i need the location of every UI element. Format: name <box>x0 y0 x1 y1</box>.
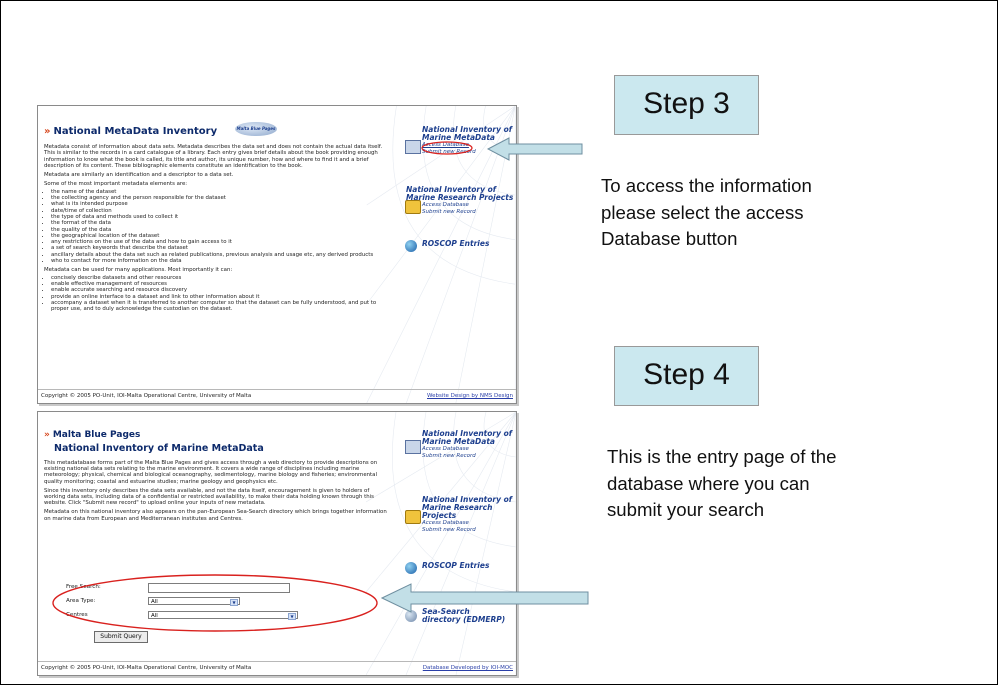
access-database-link[interactable]: Access Database <box>422 520 514 527</box>
marine-metadata-entry-screenshot: » Malta Blue Pages National Inventory of … <box>37 411 517 676</box>
description-line: submit your search <box>607 499 765 520</box>
description-line: To access the information <box>601 175 812 196</box>
description-line: please select the access <box>601 201 804 223</box>
paragraph: Metadata are similarly an identification… <box>44 172 234 179</box>
bullet-icon: » <box>44 430 50 440</box>
paragraph: Metadata consist of information about da… <box>44 144 383 169</box>
paragraph: Metadata on this national inventory also… <box>44 509 387 522</box>
sidebar-roscop: ROSCOP Entries <box>405 240 514 252</box>
left-arrow-icon <box>487 137 583 161</box>
developer-credit-link[interactable]: Database Developed by IOI-MOC <box>423 662 513 675</box>
step-3-description: To access the information please select … <box>601 173 961 253</box>
metadata-description: Metadata consist of information about da… <box>44 144 390 312</box>
roscop-entries-link[interactable]: ROSCOP Entries <box>406 562 514 570</box>
malta-blue-pages-logo: Malta Blue Pages <box>235 122 277 136</box>
folder-icon <box>405 510 421 524</box>
sidebar-research-projects: National Inventory of Marine Research Pr… <box>405 185 514 216</box>
intro-text: This metadatabase forms part of the Malt… <box>44 460 390 525</box>
paragraph: Metadata can be used for many applicatio… <box>44 267 233 274</box>
globe-icon <box>405 562 417 574</box>
footer: Copyright © 2005 PO-Unit, IOI-Malta Oper… <box>38 389 516 403</box>
step-4-description: This is the entry page of the database w… <box>607 444 977 524</box>
paragraph: Since this inventory only describes the … <box>44 487 374 507</box>
metadata-inventory-screenshot: » National MetaData Inventory Malta Blue … <box>37 105 517 404</box>
sidebar-title: National Inventory of Marine MetaData <box>422 429 513 446</box>
submit-new-record-link[interactable]: Submit new Record <box>422 527 514 534</box>
highlight-ellipse <box>52 574 378 632</box>
submit-new-record-link[interactable]: Submit new Record <box>422 209 514 216</box>
page-title: National Inventory of Marine MetaData <box>54 443 264 454</box>
folder-icon <box>405 200 421 214</box>
step-4-label: Step 4 <box>614 346 759 406</box>
description-line: database where you can <box>607 472 810 494</box>
description-line: This is the entry page of the <box>607 446 837 467</box>
copyright-text: Copyright © 2005 PO-Unit, IOI-Malta Oper… <box>41 393 252 399</box>
step-3-label: Step 3 <box>614 75 759 135</box>
page-title: National MetaData Inventory <box>53 126 218 137</box>
sidebar-title: National Inventory of Marine Research Pr… <box>422 495 513 520</box>
sidebar-research-projects: National Inventory of Marine Research Pr… <box>405 495 514 534</box>
edmerp-link[interactable]: directory (EDMERP) <box>422 616 514 624</box>
paragraph: This metadatabase forms part of the Malt… <box>44 460 378 485</box>
paragraph: Some of the most important metadata elem… <box>44 181 188 188</box>
access-database-link[interactable]: Access Database <box>422 202 514 209</box>
access-database-link[interactable]: Access Database <box>422 446 514 453</box>
sidebar-title: National Inventory of Marine Research Pr… <box>406 185 514 202</box>
globe-icon <box>405 240 417 252</box>
submit-new-record-link[interactable]: Submit new Record <box>422 453 514 460</box>
sidebar-roscop: ROSCOP Entries <box>405 562 514 574</box>
section-title: Malta Blue Pages <box>52 430 141 440</box>
list-item: accompany a dataset when it is transferr… <box>51 300 390 313</box>
footer: Copyright © 2005 PO-Unit, IOI-Malta Oper… <box>38 661 516 675</box>
database-icon <box>405 140 421 154</box>
highlight-ellipse <box>421 141 473 155</box>
copyright-text: Copyright © 2005 PO-Unit, IOI-Malta Oper… <box>41 665 252 671</box>
roscop-entries-link[interactable]: ROSCOP Entries <box>406 240 514 248</box>
sidebar-marine-metadata: National Inventory of Marine MetaData Ac… <box>405 429 514 460</box>
design-credit-link[interactable]: Website Design by NMS Design <box>427 390 513 403</box>
description-line: Database button <box>601 228 738 249</box>
database-icon <box>405 440 421 454</box>
bullet-icon: » <box>44 126 51 137</box>
left-arrow-icon <box>381 583 589 613</box>
list-item: who to contact for more information on t… <box>51 258 390 264</box>
slide-canvas: » National MetaData Inventory Malta Blue … <box>0 0 998 685</box>
